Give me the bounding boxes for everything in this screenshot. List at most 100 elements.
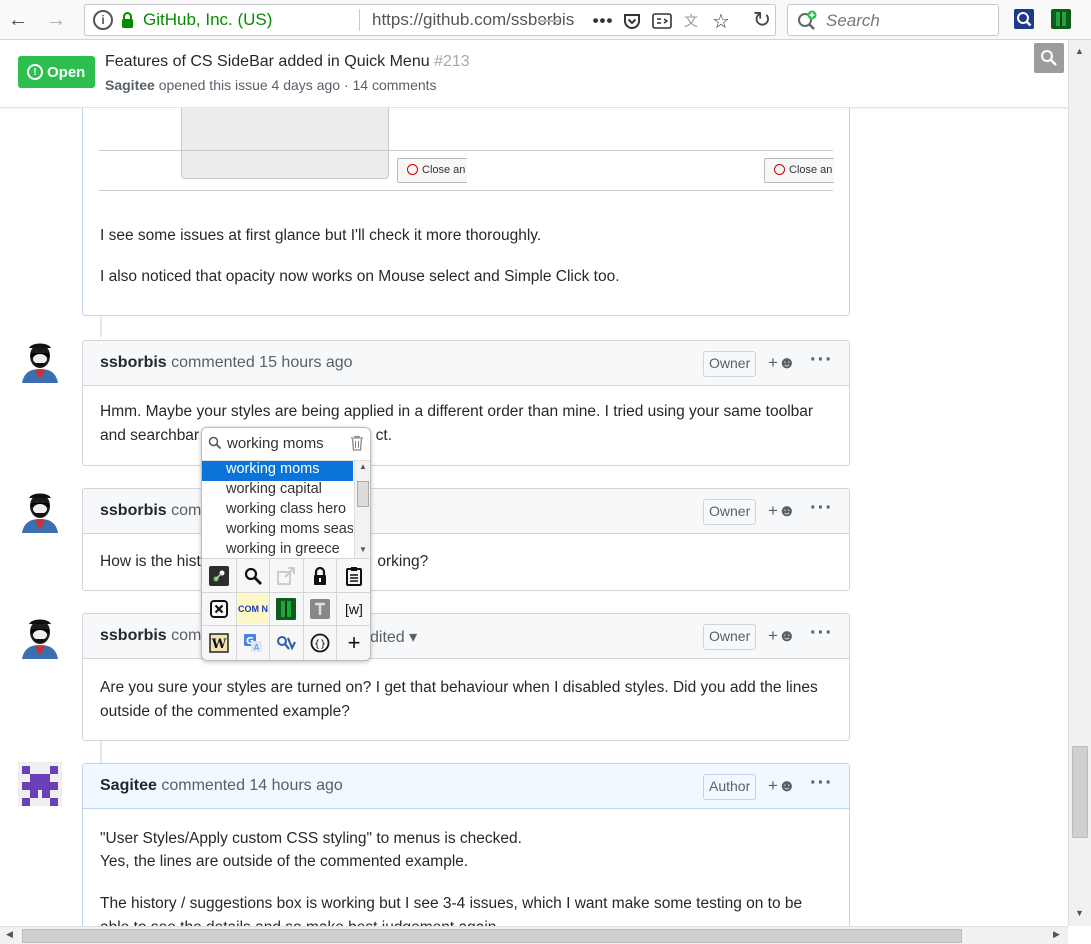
suggestions-list: working moms working capital working cla… [202,460,370,559]
comment: ssborbis commented 15 hours ago Owner +☻… [82,340,850,466]
embedded-screenshot-panel [181,108,389,179]
comment-header: ssborbis comm dited ▾ Owner +☻ ··· [83,614,849,659]
timeline: Close an Close an I see some issues at f… [0,108,1068,926]
back-icon[interactable]: ← [4,6,32,34]
edited-dropdown[interactable]: dited ▾ [370,627,417,647]
status-badge: ! Open [18,56,95,88]
scroll-right-icon[interactable]: ▶ [1053,929,1060,940]
comment-text: Are you sure your styles are turned on? … [100,679,818,696]
comment-text: "User Styles/Apply custom CSS styling" t… [100,830,522,847]
svg-text:W: W [211,637,227,652]
comment-text: Yes, the lines are outside of the commen… [100,853,469,870]
comment-author[interactable]: ssborbis [100,354,167,371]
issue-opened-icon: ! [27,64,43,80]
comment-text: outside of the commented example? [100,703,350,720]
lock-icon[interactable] [309,565,331,587]
horizontal-scrollbar[interactable]: ◀ ▶ [0,926,1068,944]
avatar[interactable] [18,339,62,383]
quick-menu-popup: working moms working moms working capita… [201,427,371,661]
suggestion-item[interactable]: working capital [202,481,353,501]
scroll-thumb[interactable] [22,929,962,943]
quick-menu-search-field[interactable]: working moms [202,428,370,460]
page-search-button[interactable] [1034,43,1064,73]
avatar[interactable] [18,615,62,659]
translate-icon[interactable]: 文 [679,9,703,33]
more-options-icon[interactable]: ··· [810,772,833,795]
close-x-icon[interactable] [208,598,230,620]
trash-icon[interactable] [350,435,364,451]
scroll-up-icon[interactable]: ▲ [1075,46,1084,56]
comment-header: Sagitee commented 14 hours ago Author +☻… [83,764,849,809]
scroll-thumb[interactable] [1072,746,1088,838]
bookmark-star-icon[interactable]: ☆ [709,9,733,33]
author-badge: Author [703,774,757,800]
com-domain-icon[interactable]: COM N [238,594,268,624]
scroll-down-icon[interactable]: ▼ [359,545,367,554]
search-mag-icon[interactable] [242,565,264,587]
add-reaction-icon[interactable]: +☻ [768,501,796,521]
scroll-up-icon[interactable]: ▲ [359,462,367,471]
wikipedia-icon[interactable]: W [208,632,230,654]
avatar[interactable] [18,489,62,533]
suggestion-item[interactable]: working moms [202,461,353,481]
comment-text: The history / suggestions box is working… [100,895,803,912]
search-extension-icon[interactable] [1013,8,1035,30]
comment-text: able to see the details and so make best… [100,916,496,926]
owner-badge: Owner [703,351,757,377]
google-translate-icon[interactable]: GA [242,632,264,654]
comment-header: ssborbis commented 15 hours ago Owner +☻… [83,341,849,386]
add-reaction-icon[interactable]: +☻ [768,353,796,373]
lock-icon [122,12,133,28]
green-book-extension-icon[interactable] [1050,8,1072,30]
quick-menu-query[interactable]: working moms [227,435,324,452]
options-icon[interactable] [208,565,230,587]
comment: ssborbis comm dited ▾ Owner +☻ ··· Are y… [82,613,850,741]
comment-author[interactable]: Sagitee [100,777,157,794]
more-options-icon[interactable]: ··· [810,349,833,372]
issue-meta: Sagitee opened this issue 4 days ago · 1… [105,77,437,93]
reload-icon[interactable]: ↻ [748,6,776,34]
comment-author[interactable]: ssborbis [100,627,167,644]
vertical-scrollbar[interactable]: ▲ ▼ [1068,40,1091,926]
green-book-icon[interactable] [275,598,297,620]
suggestions-scrollbar[interactable]: ▲ ▼ [354,461,370,559]
forward-icon[interactable]: → [42,6,70,34]
comment-text: Hmm. Maybe your styles are being applied… [100,403,814,420]
add-reaction-icon[interactable]: +☻ [768,776,796,796]
avatar[interactable] [18,762,62,806]
issue-sticky-header: ! Open Features of CS SideBar added in Q… [0,40,1068,108]
close-circle-icon [774,164,785,175]
more-options-icon[interactable]: ··· [810,622,833,645]
site-identity: GitHub, Inc. (US) [143,10,273,29]
clipboard-icon[interactable] [343,565,365,587]
search-bar[interactable]: Search [787,4,999,36]
wiki-bracket-icon[interactable]: [w] [343,598,365,620]
suggestion-item[interactable]: working moms seas [202,521,353,541]
comment-author[interactable]: ssborbis [100,502,167,519]
scroll-down-icon[interactable]: ▼ [1075,908,1084,918]
add-plus-icon[interactable]: + [343,630,365,655]
more-options-icon[interactable]: ··· [810,497,833,520]
search-icon [208,436,222,450]
scroll-thumb[interactable] [357,481,369,507]
text-t-icon[interactable] [309,598,331,620]
address-bar[interactable]: i GitHub, Inc. (US) https://github.com/s… [84,4,776,36]
reader-view-icon[interactable] [650,9,674,33]
new-window-icon[interactable] [275,565,297,587]
page-actions-icon[interactable]: ••• [591,9,615,33]
owner-badge: Owner [703,499,757,525]
add-reaction-icon[interactable]: +☻ [768,626,796,646]
suggestion-item[interactable]: working class hero [202,501,353,521]
comment-text: I see some issues at first glance but I'… [100,227,542,244]
scroll-left-icon[interactable]: ◀ [6,929,13,940]
info-icon[interactable]: i [93,10,113,30]
browser-toolbar: ← → i GitHub, Inc. (US) https://github.c… [0,0,1091,40]
embedded-close-button: Close an [764,158,834,183]
issue-author-link[interactable]: Sagitee [105,77,155,93]
pocket-icon[interactable] [620,9,644,33]
comment-header: ssborbis comm Owner +☻ ··· [83,489,849,534]
code-braces-icon[interactable]: {} [309,632,331,654]
search-engine-icon[interactable] [275,632,297,654]
issue-title: Features of CS SideBar added in Quick Me… [105,53,470,70]
comment-body-continued: Close an Close an I see some issues at f… [82,108,850,316]
